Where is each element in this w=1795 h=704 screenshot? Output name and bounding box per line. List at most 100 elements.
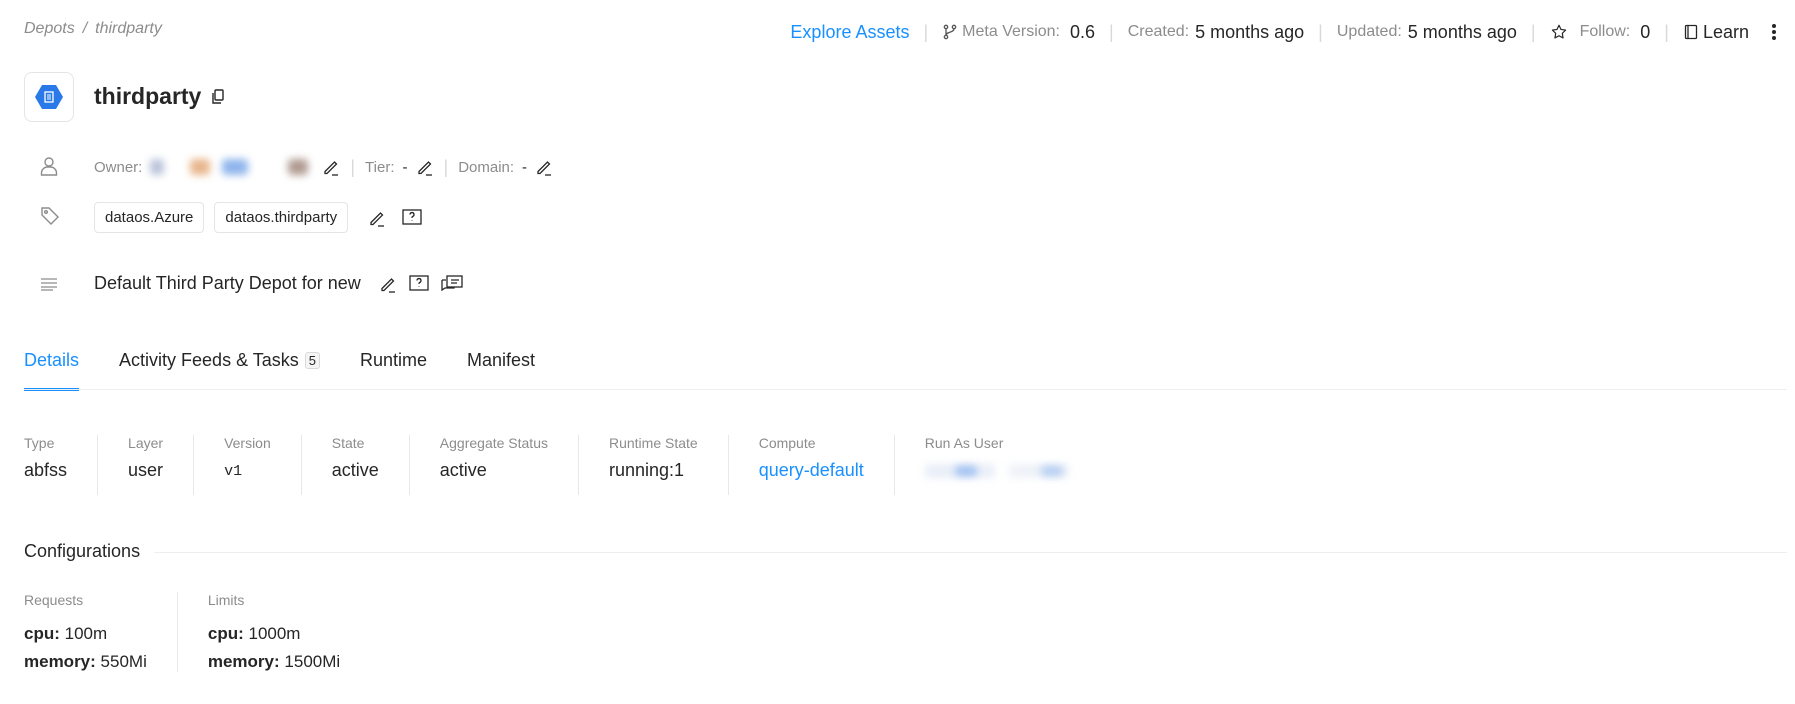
divider: | (1318, 21, 1323, 42)
runtime-state-label: Runtime State (608, 435, 698, 451)
explore-assets-link[interactable]: Explore Assets (790, 22, 909, 43)
edit-domain-icon[interactable] (535, 158, 553, 176)
divider: | (443, 156, 449, 177)
follow-label: Follow: (1579, 23, 1631, 40)
compute-label: Compute (758, 435, 816, 451)
configurations-section: Requests cpu: 100m memory: 550Mi Limits … (24, 592, 370, 672)
copy-icon[interactable] (211, 88, 225, 105)
type-value: abfss (24, 460, 68, 480)
tag-chip[interactable]: dataos.thirdparty (214, 202, 349, 233)
domain-value: - (522, 158, 528, 176)
entity-name: thirdparty (94, 83, 202, 109)
owner-row: Owner: | Tier: - | Domain: - (94, 156, 553, 178)
tag-chip[interactable]: dataos.Azure (94, 202, 205, 233)
created-value: 5 months ago (1195, 21, 1305, 42)
learn-button[interactable]: Learn (1683, 22, 1749, 43)
tier-label: Tier: (365, 158, 395, 176)
top-bar: Explore Assets | Meta Version: 0.6 | Cre… (790, 20, 1777, 44)
git-branch-icon (942, 24, 958, 40)
description-icon (40, 276, 58, 292)
tab-runtime[interactable]: Runtime (360, 350, 427, 389)
user-icon (40, 156, 58, 176)
updated-info: Updated: 5 months ago (1337, 22, 1517, 43)
runtime-state-value: running:1 (608, 460, 685, 480)
edit-tags-icon[interactable] (368, 209, 386, 227)
requests-cpu: cpu: 100m (24, 624, 108, 643)
compute-link[interactable]: query-default (759, 460, 864, 481)
state-label: State (331, 435, 365, 451)
detail-type: Type abfss (24, 435, 97, 495)
description-row: Default Third Party Depot for new (94, 273, 463, 294)
details-summary: Type abfss Layer user Version v1 State a… (24, 435, 1093, 495)
more-options-icon[interactable] (1771, 22, 1777, 42)
updated-label: Updated: (1336, 23, 1402, 40)
tab-bar: Details Activity Feeds & Tasks 5 Runtime… (24, 350, 535, 391)
meta-version-value: 0.6 (1070, 21, 1096, 42)
edit-description-icon[interactable] (379, 275, 397, 293)
layer-label: Layer (128, 435, 164, 451)
follow-button[interactable]: Follow: 0 (1550, 21, 1651, 43)
tab-manifest[interactable]: Manifest (467, 350, 535, 389)
description-text: Default Third Party Depot for new (94, 273, 361, 293)
page-title: thirdparty (94, 83, 225, 110)
star-icon (1550, 23, 1568, 41)
configurations-title: Configurations (24, 541, 141, 561)
request-description-icon[interactable] (409, 274, 429, 293)
version-value: v1 (224, 463, 243, 480)
meta-version[interactable]: Meta Version: 0.6 (942, 22, 1095, 43)
tab-activity-feeds[interactable]: Activity Feeds & Tasks 5 (119, 350, 320, 389)
detail-version: Version v1 (193, 435, 301, 495)
requests-column: Requests cpu: 100m memory: 550Mi (24, 592, 178, 672)
breadcrumb-root[interactable]: Depots (24, 20, 75, 38)
edit-owner-icon[interactable] (322, 158, 340, 176)
configurations-divider (154, 552, 1787, 553)
type-label: Type (24, 435, 55, 451)
created-label: Created: (1127, 23, 1190, 40)
tab-details[interactable]: Details (24, 350, 80, 391)
detail-compute: Compute query-default (727, 435, 894, 495)
owner-avatars[interactable] (150, 159, 309, 175)
requests-memory: memory: 550Mi (24, 652, 147, 671)
meta-version-label: Meta Version: (962, 23, 1060, 40)
conversation-icon[interactable] (441, 274, 463, 293)
edit-tier-icon[interactable] (416, 158, 434, 176)
divider: | (350, 156, 356, 177)
tab-activity-label: Activity Feeds & Tasks (119, 350, 299, 370)
azure-depot-icon (35, 84, 63, 110)
book-icon (1683, 24, 1699, 40)
tab-details-label: Details (24, 350, 80, 370)
divider: | (1530, 21, 1536, 42)
requests-label: Requests (24, 592, 84, 608)
follow-count: 0 (1640, 21, 1651, 42)
detail-runtime-state: Runtime State running:1 (577, 435, 728, 495)
tags-row: dataos.Azure dataos.thirdparty (94, 202, 422, 233)
owner-label: Owner: (94, 158, 143, 176)
request-tags-icon[interactable] (402, 208, 422, 227)
detail-layer: Layer user (97, 435, 193, 495)
run-as-user-value[interactable] (924, 460, 1069, 482)
detail-run-as-user: Run As User (893, 435, 1093, 495)
tab-runtime-label: Runtime (360, 350, 428, 370)
created-info: Created: 5 months ago (1128, 22, 1304, 43)
layer-value: user (128, 460, 164, 480)
updated-value: 5 months ago (1407, 21, 1517, 42)
run-as-user-label: Run As User (924, 435, 1004, 451)
domain-label: Domain: (458, 158, 515, 176)
aggregate-status-value: active (439, 460, 487, 480)
tag-icon (40, 206, 60, 226)
divider: | (923, 21, 929, 42)
tab-manifest-label: Manifest (467, 350, 536, 370)
breadcrumb-separator: / (82, 20, 88, 37)
tabs-divider (24, 389, 1787, 390)
tier-value: - (402, 158, 408, 176)
version-label: Version (224, 435, 271, 451)
limits-cpu: cpu: 1000m (207, 624, 301, 643)
divider: | (1109, 21, 1114, 42)
divider: | (1664, 21, 1669, 42)
depot-logo (24, 72, 74, 122)
activity-count-badge: 5 (304, 352, 320, 369)
detail-state: State active (300, 435, 409, 495)
breadcrumb-current: thirdparty (95, 20, 162, 37)
aggregate-status-label: Aggregate Status (439, 435, 548, 451)
limits-label: Limits (207, 592, 245, 608)
